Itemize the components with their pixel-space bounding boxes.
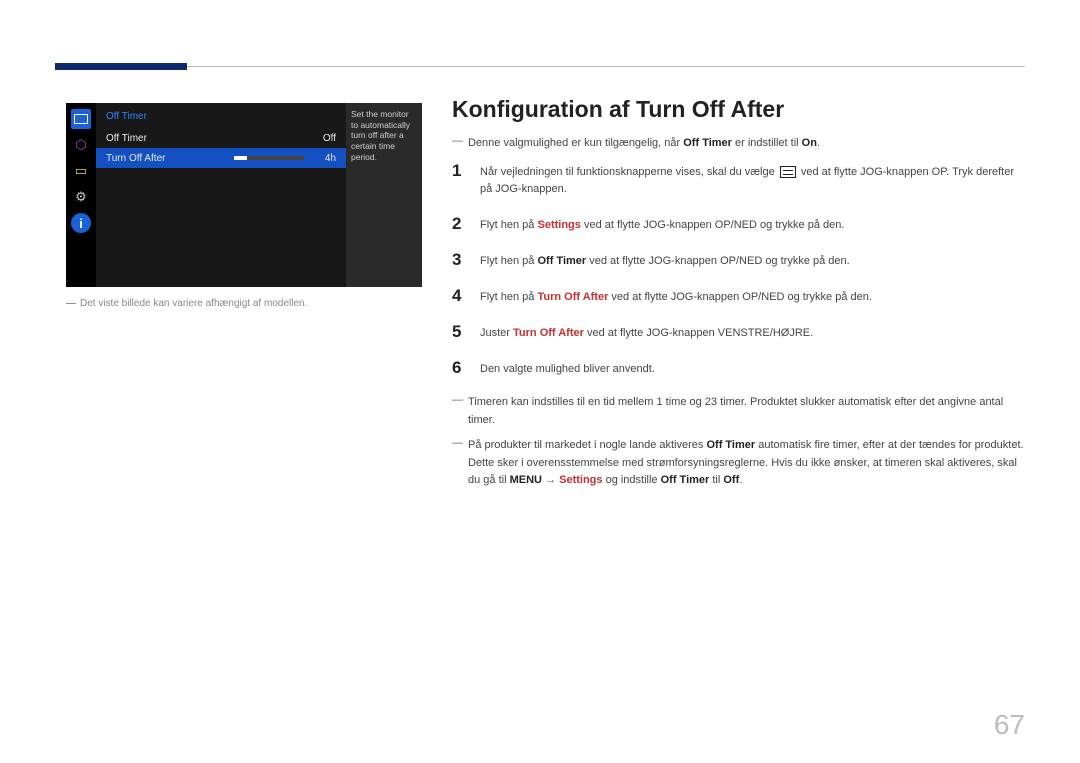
highlight-text: Settings: [537, 219, 580, 231]
osd-help-text: Set the monitor to automatically turn of…: [346, 103, 422, 287]
osd-preview: ⬡ ▭ ⚙ i Off Timer Off Timer Off Turn Off A…: [66, 103, 422, 287]
step-body: Juster Turn Off After ved at flytte JOG-…: [480, 322, 813, 342]
osd-slider: [234, 156, 304, 160]
body-text: og indstille: [603, 474, 661, 486]
body-text: Timeren kan indstilles til en tid mellem…: [468, 396, 1003, 426]
info-icon: i: [71, 213, 91, 233]
osd-row-value: Off: [314, 133, 336, 144]
highlight-text: Turn Off After: [537, 291, 608, 303]
osd-icon-strip: ⬡ ▭ ⚙ i: [66, 103, 96, 287]
highlight-text: Turn Off After: [513, 327, 584, 339]
content-column: Konfiguration af Turn Off After Denne va…: [452, 96, 1025, 498]
body-text: ved at flytte JOG-knappen OP/NED og tryk…: [608, 291, 872, 303]
body-text: Flyt hen på: [480, 255, 537, 267]
step-body: Den valgte mulighed bliver anvendt.: [480, 358, 655, 378]
step: 3 Flyt hen på Off Timer ved at flytte JOG…: [452, 250, 1025, 270]
step: 4 Flyt hen på Turn Off After ved at flytt…: [452, 286, 1025, 306]
body-text: ved at flytte JOG-knappen VENSTRE/HØJRE.: [584, 327, 813, 339]
step: 5 Juster Turn Off After ved at flytte JOG…: [452, 322, 1025, 342]
step-number: 4: [452, 286, 466, 306]
step-body: Flyt hen på Turn Off After ved at flytte…: [480, 286, 872, 306]
osd-menu-row: Turn Off After 4h: [96, 148, 346, 168]
body-text: ved at flytte JOG-knappen OP/NED og tryk…: [581, 219, 845, 231]
bold-text: Off Timer: [537, 255, 586, 267]
resize-icon: ▭: [71, 161, 91, 181]
intro-note: Denne valgmulighed er kun tilgængelig, n…: [452, 135, 1025, 153]
picture-icon: [71, 109, 91, 129]
step-body: Flyt hen på Off Timer ved at flytte JOG-…: [480, 250, 850, 270]
bold-text: Off Timer: [706, 439, 755, 451]
step-number: 1: [452, 161, 466, 198]
step-number: 3: [452, 250, 466, 270]
body-text: Flyt hen på: [480, 219, 537, 231]
step-number: 6: [452, 358, 466, 378]
body-text: til: [709, 474, 723, 486]
step: 1 Når vejledningen til funktionsknapperne…: [452, 161, 1025, 198]
osd-row-value: 4h: [314, 153, 336, 164]
bold-text: MENU: [510, 474, 542, 486]
highlight-text: Settings: [559, 474, 602, 486]
osd-menu-title: Off Timer: [96, 111, 346, 128]
footnote: På produkter til markedet i nogle lande …: [452, 437, 1025, 490]
body-text: På produkter til markedet i nogle lande …: [468, 439, 706, 451]
body-text: Flyt hen på: [480, 291, 537, 303]
osd-menu-row: Off Timer Off: [96, 128, 346, 148]
footnote: Timeren kan indstilles til en tid mellem…: [452, 394, 1025, 429]
body-text: →: [542, 474, 559, 486]
body-text: ved at flytte JOG-knappen OP/NED og tryk…: [586, 255, 850, 267]
osd-menu: Off Timer Off Timer Off Turn Off After 4h: [96, 103, 346, 287]
body-text: Den valgte mulighed bliver anvendt.: [480, 363, 655, 375]
screenshot-column: ⬡ ▭ ⚙ i Off Timer Off Timer Off Turn Off A…: [66, 103, 422, 311]
header-rule: [55, 66, 1025, 67]
step-body: Flyt hen på Settings ved at flytte JOG-k…: [480, 214, 844, 234]
intro-note-bold: On: [802, 137, 817, 149]
settings-icon: ⚙: [71, 187, 91, 207]
color-icon: ⬡: [71, 135, 91, 155]
page-number: 67: [994, 709, 1025, 741]
body-text: Når vejledningen til funktionsknapperne …: [480, 166, 778, 178]
body-text: Juster: [480, 327, 513, 339]
osd-row-label: Turn Off After: [106, 153, 165, 164]
step-number: 2: [452, 214, 466, 234]
intro-note-text: .: [817, 137, 820, 149]
intro-note-text: er indstillet til: [732, 137, 802, 149]
step: 6 Den valgte mulighed bliver anvendt.: [452, 358, 1025, 378]
step: 2 Flyt hen på Settings ved at flytte JOG-…: [452, 214, 1025, 234]
step-body: Når vejledningen til funktionsknapperne …: [480, 161, 1025, 198]
bold-text: Off Timer: [661, 474, 710, 486]
intro-note-text: Denne valgmulighed er kun tilgængelig, n…: [468, 137, 683, 149]
body-text: .: [739, 474, 742, 486]
intro-note-bold: Off Timer: [683, 137, 732, 149]
osd-row-label: Off Timer: [106, 133, 147, 144]
bold-text: Off: [723, 474, 739, 486]
section-heading: Konfiguration af Turn Off After: [452, 96, 1025, 123]
menu-icon: [780, 166, 796, 178]
image-caption: Det viste billede kan variere afhængigt …: [66, 297, 422, 311]
step-number: 5: [452, 322, 466, 342]
